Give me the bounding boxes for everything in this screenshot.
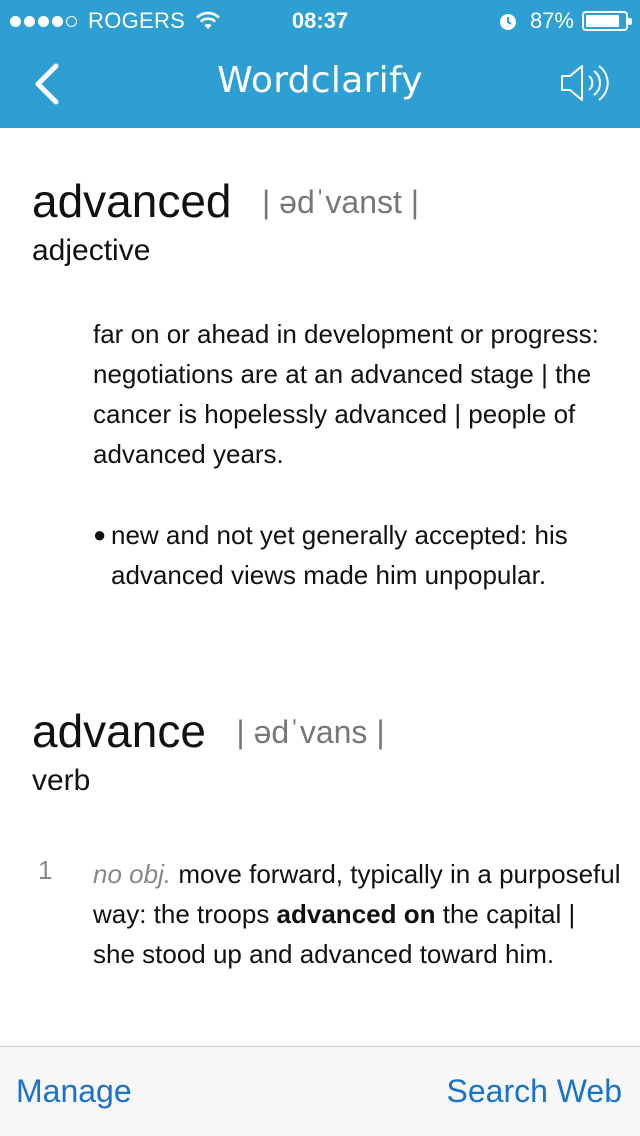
definition: far on or ahead in development or progre… — [93, 319, 599, 469]
sense-bold-example: advanced on — [276, 899, 436, 929]
bullet-icon: ● — [93, 522, 107, 547]
part-of-speech: adjective — [32, 234, 151, 267]
battery-icon — [582, 11, 632, 31]
battery-percent: 87% — [529, 8, 574, 33]
part-of-speech: verb — [32, 764, 91, 797]
header: ROGERS 08:37 87% Wordclarify — [0, 0, 640, 128]
navigation-bar: Wordclarify — [0, 40, 640, 128]
bottom-toolbar: Manage Search Web — [0, 1046, 640, 1136]
sub-definition-text: new and not yet generally accepted: his … — [111, 520, 568, 590]
battery-fill — [586, 15, 620, 27]
dictionary-content: advanced | ədˈvanst | adjective far on o… — [0, 128, 640, 1046]
headword: advanced — [32, 175, 232, 227]
sense-number: 1 — [38, 855, 53, 885]
alarm-icon — [499, 14, 516, 30]
entry-advanced: advanced | ədˈvanst | adjective — [32, 174, 419, 268]
sense-definition: no obj. move forward, typically in a pur… — [93, 854, 623, 974]
sub-definition: ● new and not yet generally accepted: hi… — [93, 515, 623, 595]
speaker-icon[interactable] — [558, 60, 610, 106]
status-bar: ROGERS 08:37 87% — [0, 0, 640, 40]
pronunciation: | ədˈvans | — [236, 714, 385, 750]
search-web-button[interactable]: Search Web — [447, 1073, 623, 1110]
pronunciation: | ədˈvanst | — [261, 184, 420, 220]
entry-advance: advance | ədˈvans | verb — [32, 704, 385, 798]
grammar-label: no obj. — [93, 859, 172, 889]
manage-button[interactable]: Manage — [16, 1073, 132, 1110]
headword: advance — [32, 705, 206, 757]
page-title: Wordclarify — [217, 60, 423, 101]
